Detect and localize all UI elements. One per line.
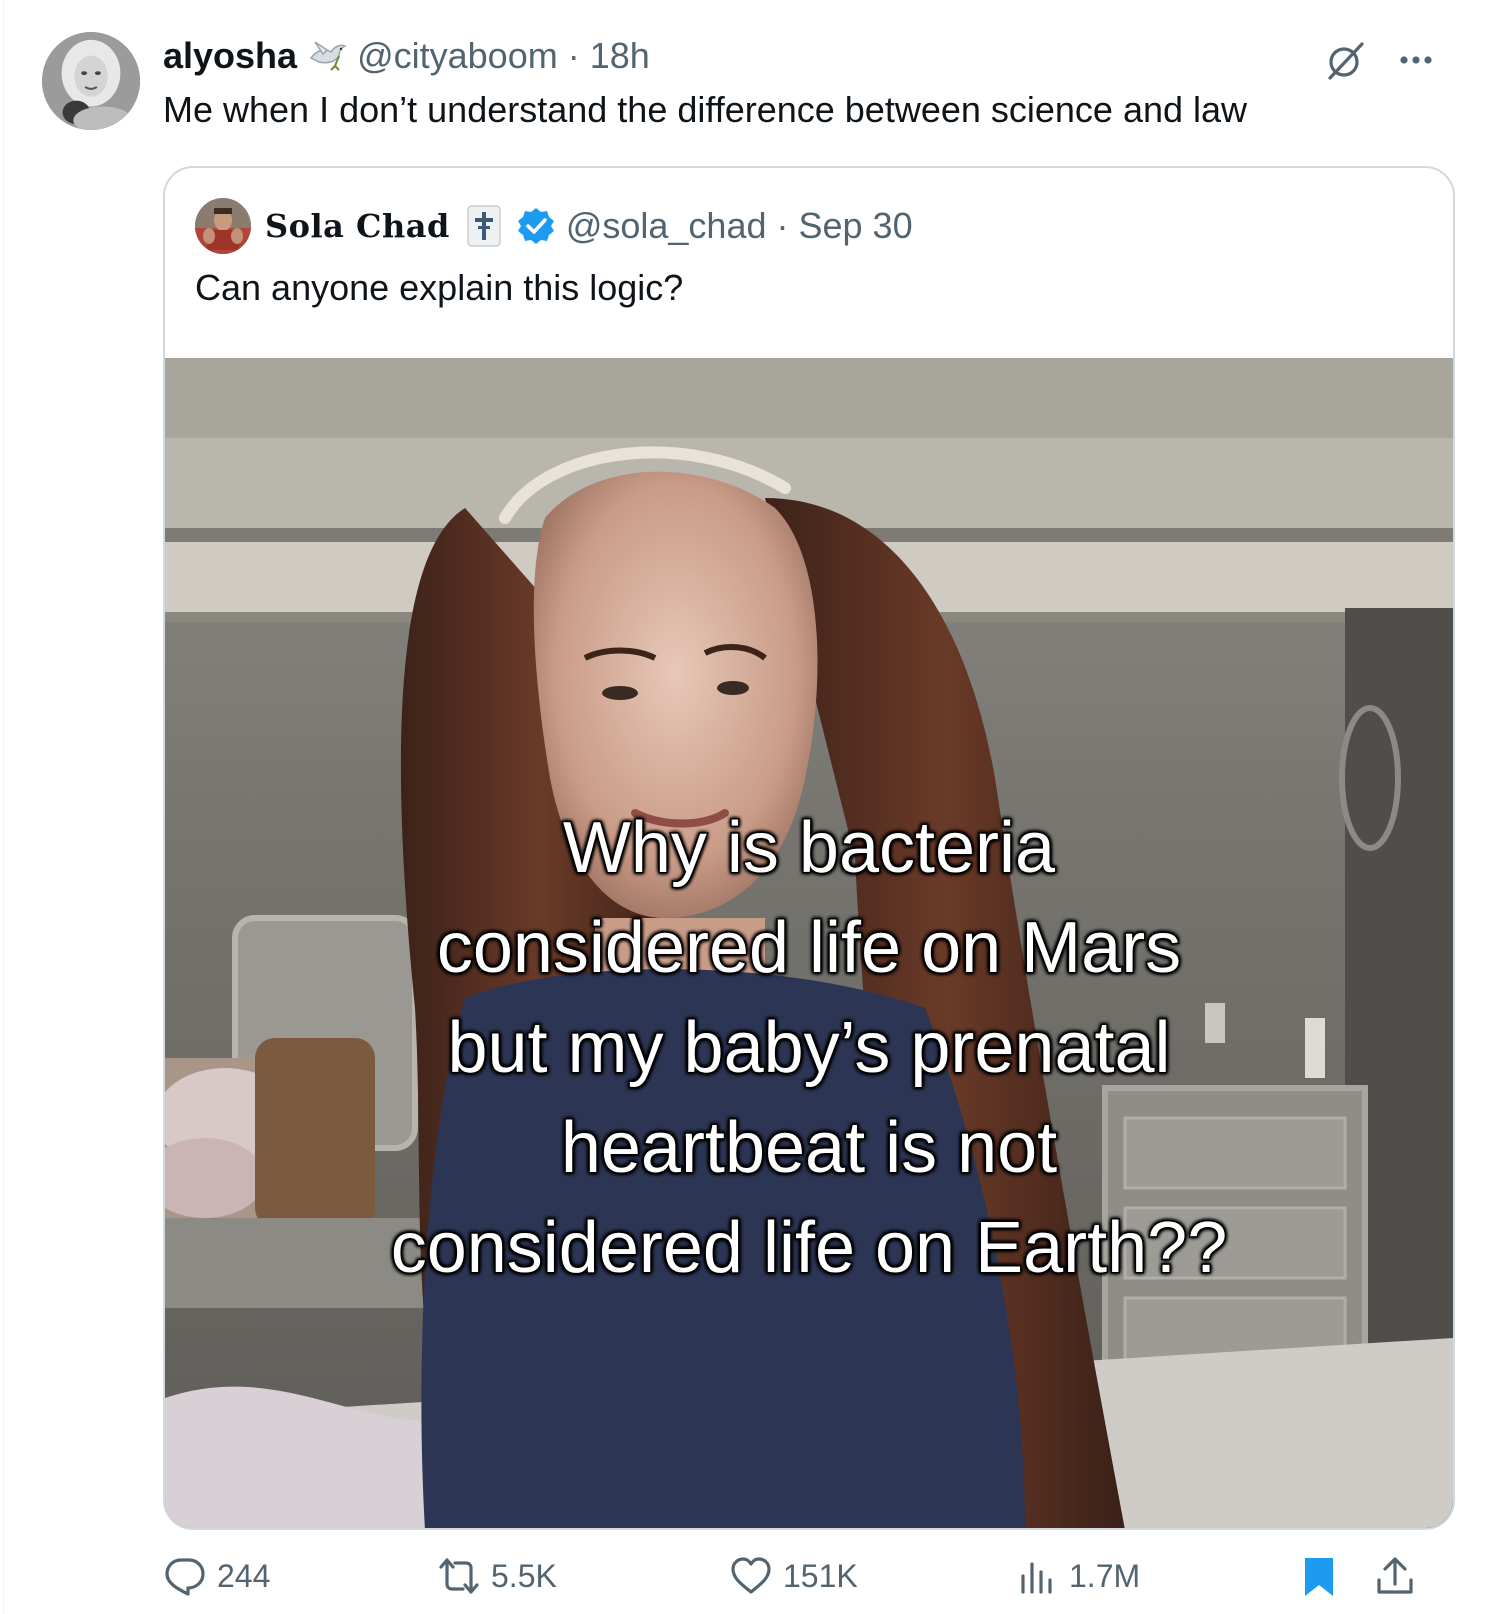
caption-line: but my baby’s prenatal bbox=[446, 1007, 1172, 1090]
like-button[interactable]: 151K bbox=[729, 1546, 858, 1606]
quoted-separator-dot: · bbox=[776, 205, 789, 246]
reply-button[interactable]: 244 bbox=[163, 1546, 270, 1606]
quoted-tweet-header: Sola Chad @sola_chad · Sep 30 bbox=[195, 198, 913, 254]
avatar-portrait bbox=[42, 32, 140, 130]
caption-line: heartbeat is not bbox=[559, 1107, 1058, 1190]
tweet-time[interactable]: 18h bbox=[590, 35, 650, 77]
repost-icon bbox=[439, 1558, 479, 1594]
reply-icon bbox=[165, 1558, 205, 1596]
separator-dot: · bbox=[567, 35, 580, 76]
tweet-top-actions bbox=[1322, 36, 1440, 84]
media-caption-overlay: Why is bacteria considered life on Mars … bbox=[165, 798, 1453, 1298]
quoted-author-handle[interactable]: @sola_chad bbox=[566, 205, 767, 247]
bookmark-icon bbox=[1305, 1558, 1333, 1596]
share-button[interactable] bbox=[1373, 1546, 1417, 1606]
tweet-header: alyosha @cityaboom · 18h bbox=[163, 34, 650, 78]
tweet-text: Me when I don’t understand the differenc… bbox=[163, 89, 1248, 130]
dove-icon bbox=[309, 41, 347, 71]
quoted-tweet-date[interactable]: Sep 30 bbox=[799, 205, 913, 247]
heart-icon bbox=[731, 1557, 771, 1594]
tweet-action-bar: 244 5.5K 151K 1.7M bbox=[163, 1546, 1455, 1606]
repost-button[interactable]: 5.5K bbox=[437, 1546, 557, 1606]
quoted-author-display-name[interactable]: Sola Chad bbox=[265, 207, 450, 245]
caption-line: considered life on Mars bbox=[435, 907, 1182, 990]
author-avatar[interactable] bbox=[42, 32, 140, 130]
author-handle[interactable]: @cityaboom bbox=[357, 35, 558, 77]
author-display-name[interactable]: alyosha bbox=[163, 35, 297, 77]
reply-count: 244 bbox=[217, 1557, 271, 1594]
quoted-tweet-card[interactable]: Sola Chad @sola_chad · Sep 30 Can anyone… bbox=[163, 166, 1455, 1530]
quoted-tweet-text: Can anyone explain this logic? bbox=[195, 267, 684, 308]
verified-badge-icon[interactable] bbox=[516, 206, 556, 246]
cross-badge-icon bbox=[467, 205, 501, 247]
views-count: 1.7M bbox=[1069, 1557, 1141, 1594]
caption-line: considered life on Earth?? bbox=[389, 1207, 1229, 1290]
share-icon bbox=[1377, 1557, 1413, 1594]
grok-icon[interactable] bbox=[1322, 36, 1370, 84]
more-options-icon[interactable] bbox=[1392, 36, 1440, 84]
views-chart-icon bbox=[1021, 1562, 1052, 1594]
quoted-author-avatar[interactable] bbox=[195, 198, 251, 254]
quoted-avatar-portrait bbox=[195, 198, 251, 254]
like-count: 151K bbox=[783, 1557, 858, 1594]
caption-line: Why is bacteria bbox=[561, 807, 1056, 890]
timeline-border bbox=[3, 0, 4, 1614]
repost-count: 5.5K bbox=[491, 1557, 557, 1594]
views-button[interactable]: 1.7M bbox=[1015, 1546, 1140, 1606]
bookmark-button[interactable] bbox=[1297, 1546, 1341, 1606]
quoted-tweet-media[interactable]: Why is bacteria considered life on Mars … bbox=[165, 358, 1453, 1528]
